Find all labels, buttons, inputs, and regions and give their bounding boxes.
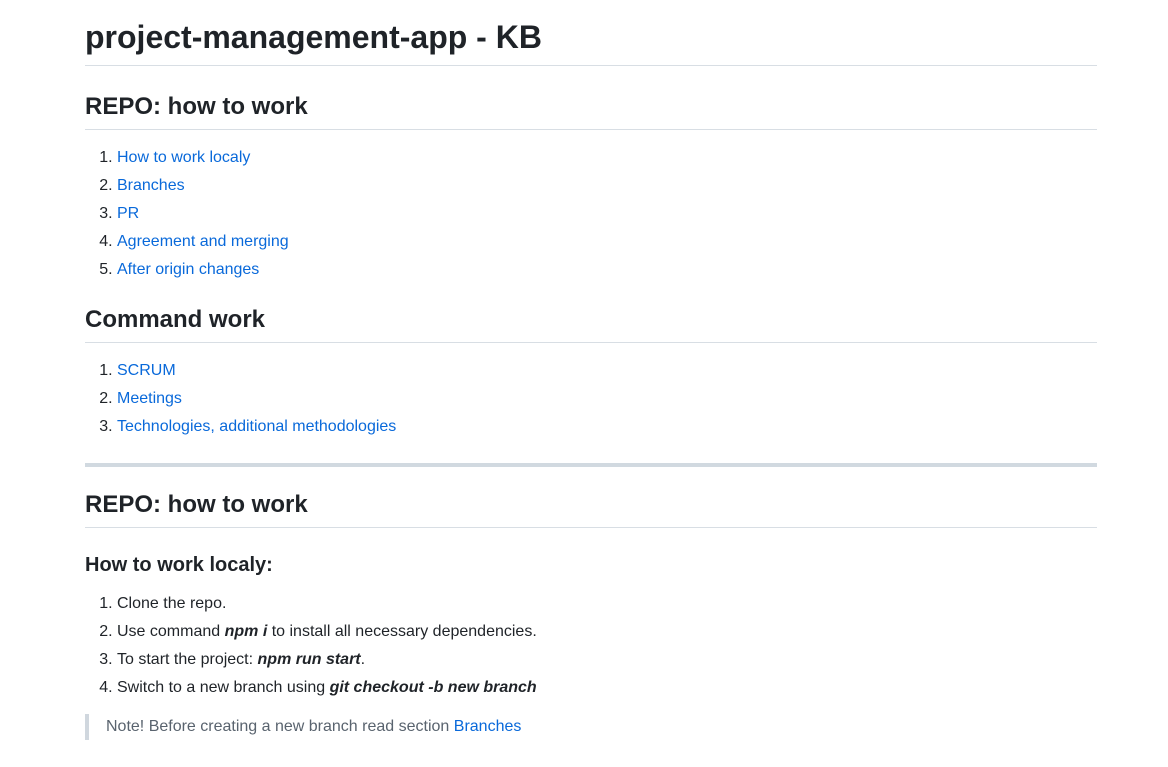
list-item: Use command npm i to install all necessa…	[117, 618, 1097, 646]
steps-list: Clone the repo. Use command npm i to ins…	[85, 590, 1097, 702]
list-item: To start the project: npm run start.	[117, 646, 1097, 674]
toc-link-agreement-and-merging[interactable]: Agreement and merging	[117, 233, 289, 250]
note-text: Note! Before creating a new branch read …	[106, 718, 454, 735]
step-text: Clone the repo.	[117, 595, 227, 612]
step-text: To start the project:	[117, 651, 258, 668]
list-item: Meetings	[117, 385, 1097, 413]
toc-repo-list: How to work localy Branches PR Agreement…	[85, 144, 1097, 284]
horizontal-rule	[85, 463, 1097, 467]
step-text: Switch to a new branch using	[117, 679, 330, 696]
list-item: SCRUM	[117, 357, 1097, 385]
list-item: PR	[117, 200, 1097, 228]
list-item: Technologies, additional methodologies	[117, 413, 1097, 441]
list-item: Branches	[117, 172, 1097, 200]
toc-repo-heading: REPO: how to work	[85, 92, 1097, 130]
list-item: How to work localy	[117, 144, 1097, 172]
list-item: Agreement and merging	[117, 228, 1097, 256]
toc-link-scrum[interactable]: SCRUM	[117, 362, 176, 379]
toc-link-meetings[interactable]: Meetings	[117, 390, 182, 407]
list-item: After origin changes	[117, 256, 1097, 284]
section-subheading: How to work localy:	[85, 554, 273, 576]
page-title: project-management-app - KB	[85, 0, 1097, 66]
toc-command-heading: Command work	[85, 305, 1097, 343]
toc-command-list: SCRUM Meetings Technologies, additional …	[85, 357, 1097, 441]
list-item: Clone the repo.	[117, 590, 1097, 618]
step-command: npm run start	[257, 651, 361, 668]
toc-link-pr[interactable]: PR	[117, 205, 139, 222]
toc-link-technologies[interactable]: Technologies, additional methodologies	[117, 418, 396, 435]
section-heading: REPO: how to work	[85, 490, 1097, 528]
markdown-body: project-management-app - KB REPO: how to…	[85, 0, 1097, 740]
step-command: npm i	[224, 623, 268, 640]
toc-link-branches[interactable]: Branches	[117, 177, 185, 194]
list-item: Switch to a new branch using git checkou…	[117, 674, 1097, 702]
step-text: Use command	[117, 623, 225, 640]
toc-link-after-origin-changes[interactable]: After origin changes	[117, 261, 259, 278]
step-text: .	[360, 651, 366, 668]
step-text: to install all necessary dependencies.	[267, 623, 537, 640]
note-link-branches[interactable]: Branches	[454, 718, 522, 735]
toc-link-how-to-work-localy[interactable]: How to work localy	[117, 149, 250, 166]
note-blockquote: Note! Before creating a new branch read …	[85, 714, 1097, 740]
step-command: git checkout -b new branch	[329, 679, 537, 696]
